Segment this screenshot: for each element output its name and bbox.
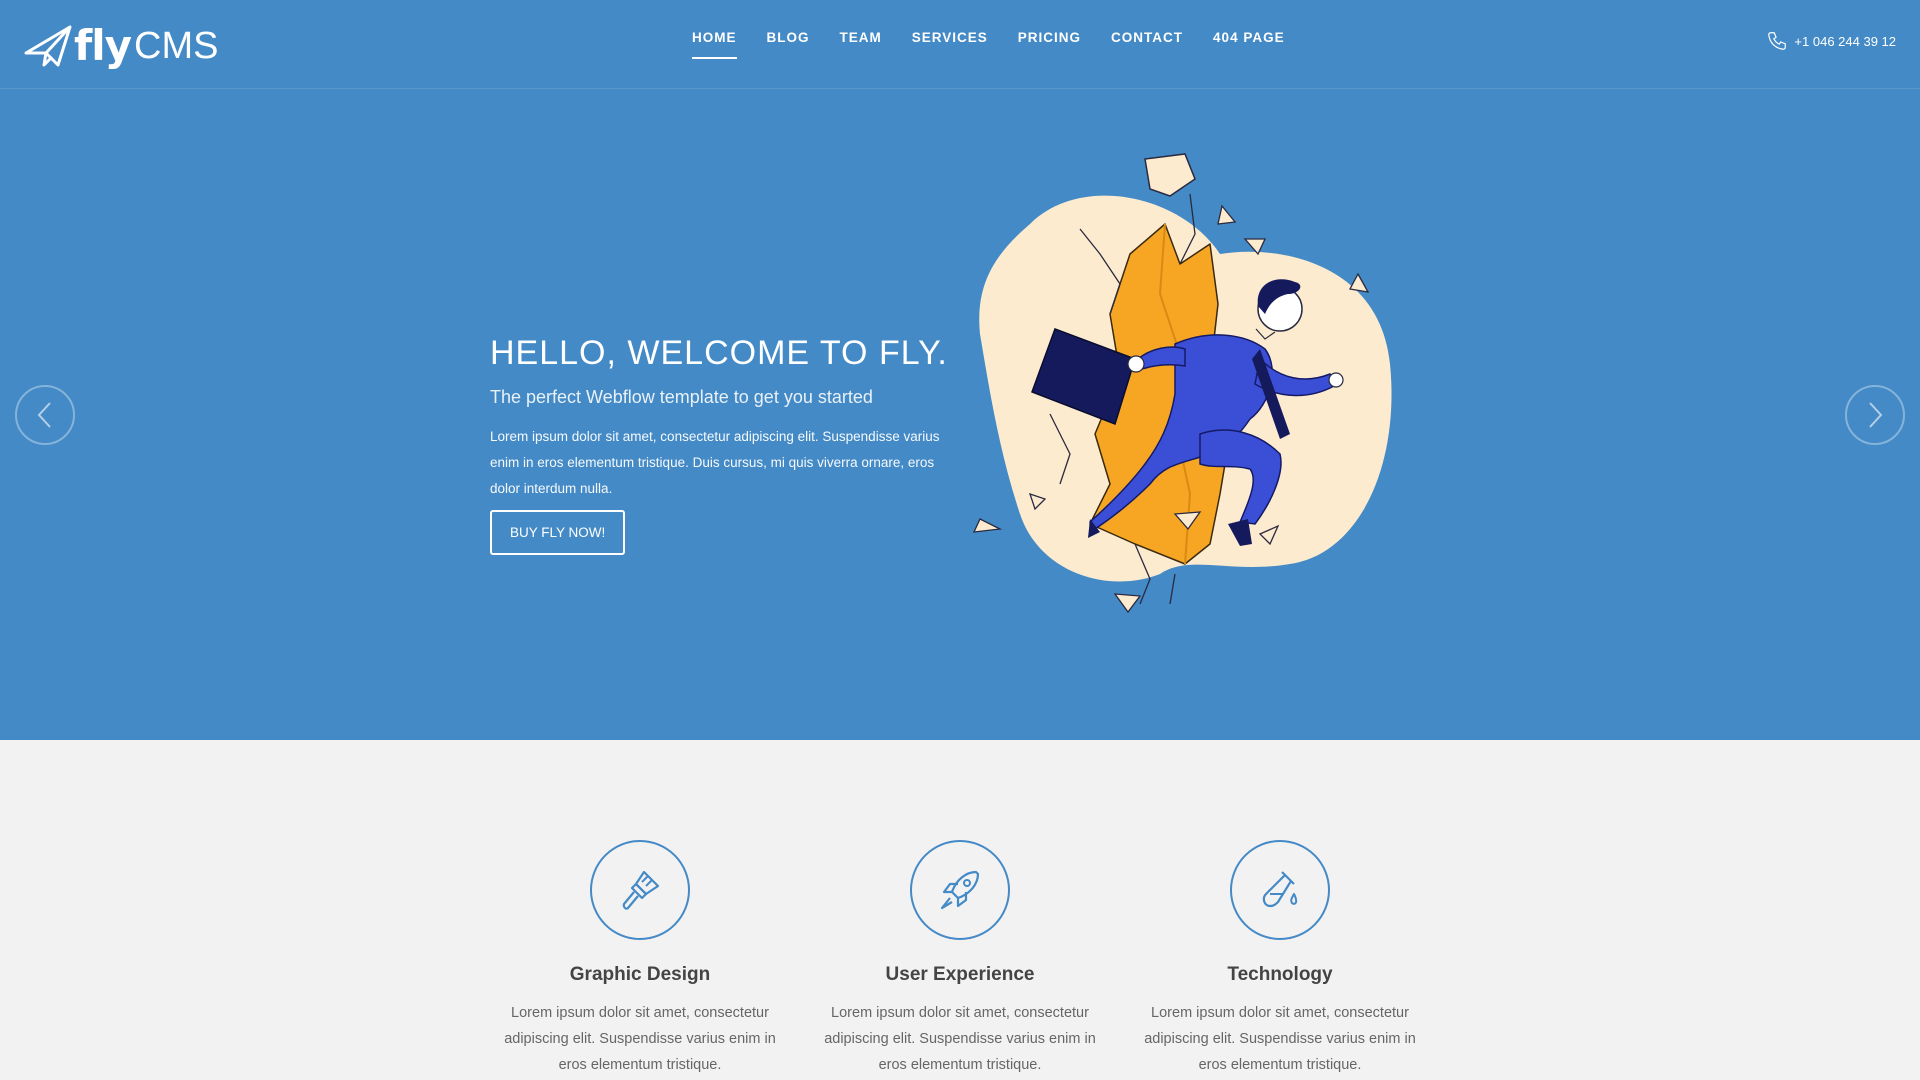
slider-next-button[interactable] [1845, 385, 1905, 445]
feature-graphic-design: Graphic Design Lorem ipsum dolor sit ame… [480, 840, 800, 1078]
feature-technology: Technology Lorem ipsum dolor sit amet, c… [1120, 840, 1440, 1078]
nav-item-contact[interactable]: CONTACT [1111, 30, 1183, 59]
feature-user-experience: User Experience Lorem ipsum dolor sit am… [800, 840, 1120, 1078]
nav-item-home[interactable]: HOME [692, 30, 737, 59]
feature-title: Technology [1227, 964, 1333, 985]
hero-title: HELLO, WELCOME TO FLY. [490, 334, 948, 372]
feature-icon-circle [1230, 840, 1330, 940]
nav-item-404[interactable]: 404 PAGE [1213, 30, 1285, 59]
hero-content: HELLO, WELCOME TO FLY. The perfect Webfl… [490, 334, 970, 555]
feature-text: Lorem ipsum dolor sit amet, consectetur … [824, 1005, 1096, 1073]
feature-text: Lorem ipsum dolor sit amet, consectetur … [504, 1005, 776, 1073]
hero-illustration [972, 153, 1392, 614]
phone-contact[interactable]: +1 046 244 39 12 [1766, 30, 1896, 52]
feature-title: Graphic Design [569, 964, 711, 985]
chevron-right-icon [1869, 402, 1883, 428]
brand-logo[interactable]: fly CMS [24, 22, 219, 70]
test-tube-icon [1262, 871, 1298, 908]
nav-item-pricing[interactable]: PRICING [1018, 30, 1081, 59]
hero-section: HELLO, WELCOME TO FLY. The perfect Webfl… [0, 89, 1920, 740]
hero-body: Lorem ipsum dolor sit amet, consectetur … [490, 429, 940, 496]
main-nav: HOME BLOG TEAM SERVICES PRICING CONTACT … [692, 30, 1315, 59]
brand-cms: CMS [134, 25, 219, 67]
nav-item-team[interactable]: TEAM [840, 30, 882, 59]
brand-fly: fly [74, 21, 132, 70]
features-section: Graphic Design Lorem ipsum dolor sit ame… [0, 740, 1920, 1080]
slider-prev-button[interactable] [15, 385, 75, 445]
feature-icon-circle [910, 840, 1010, 940]
nav-item-blog[interactable]: BLOG [767, 30, 810, 59]
nav-item-services[interactable]: SERVICES [912, 30, 988, 59]
feature-icon-circle [590, 840, 690, 940]
paper-plane-icon [24, 25, 72, 67]
site-header: fly CMS HOME BLOG TEAM SERVICES PRICING … [0, 0, 1920, 89]
chevron-left-icon [37, 402, 51, 428]
paintbrush-icon [622, 870, 660, 910]
phone-icon [1768, 32, 1787, 50]
buy-fly-button[interactable]: BUY FLY NOW! [490, 510, 626, 555]
feature-text: Lorem ipsum dolor sit amet, consectetur … [1144, 1005, 1416, 1073]
phone-number: +1 046 244 39 12 [1794, 33, 1896, 49]
hero-subtitle: The perfect Webflow template to get you … [490, 387, 873, 407]
rocket-icon [940, 870, 980, 910]
feature-title: User Experience [885, 964, 1035, 985]
